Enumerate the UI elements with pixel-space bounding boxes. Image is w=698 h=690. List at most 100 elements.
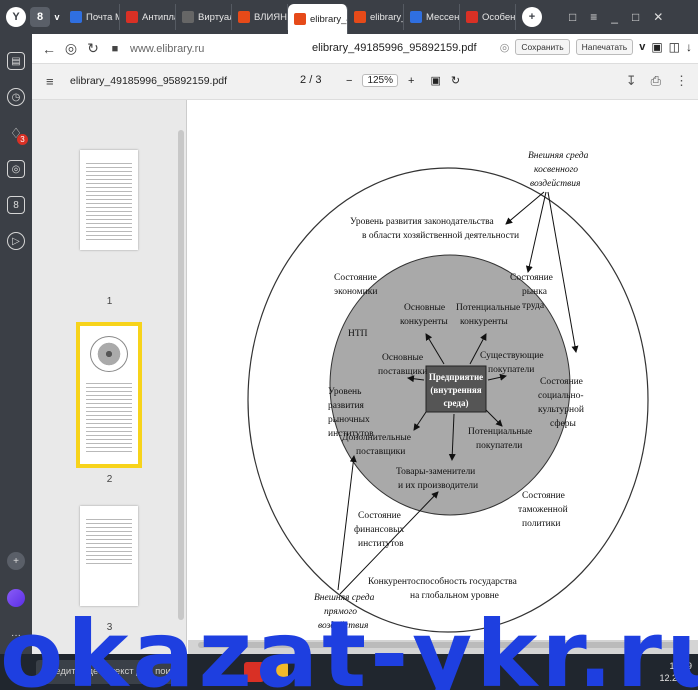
notification-badge: 3 xyxy=(17,134,28,145)
reload-icon[interactable]: ↻ xyxy=(82,40,104,57)
market-inst-label: развития xyxy=(328,401,365,411)
address-bar: ← ◎ ↻ ■ www.elibrary.ru elibrary_4918599… xyxy=(32,34,698,64)
sidebar-toggle-icon[interactable]: ≡ xyxy=(46,74,54,89)
browser-logo-icon[interactable]: Y xyxy=(6,7,26,27)
existing-buyers-label: Существующие xyxy=(480,351,544,361)
ntp-label: НТП xyxy=(348,329,368,339)
social-label: культурной xyxy=(538,404,584,415)
thumbnail-text xyxy=(86,380,132,454)
page-total: 3 xyxy=(315,74,322,86)
tab-favicon-icon xyxy=(182,11,194,23)
browser-tab[interactable]: Особеннос xyxy=(460,4,516,30)
protect-icon[interactable]: ◎ xyxy=(500,41,510,54)
games-icon[interactable]: 8 xyxy=(7,196,25,214)
existing-buyers-label: покупатели xyxy=(488,365,534,375)
economy-label: экономики xyxy=(334,287,377,297)
additional-suppliers-label: Дополнительные xyxy=(342,433,411,443)
zoom-controls: − 125% + ▣ ↻ xyxy=(336,74,460,87)
alice-icon[interactable] xyxy=(7,589,25,607)
thumbnail-text xyxy=(86,160,132,240)
menu-icon[interactable]: ≡ xyxy=(583,10,604,24)
social-label: социально- xyxy=(538,391,584,401)
main-suppliers-label: Основные xyxy=(382,353,423,363)
thumbnail-number: 2 xyxy=(106,474,113,485)
pdf-filename: elibrary_49185996_95892159.pdf xyxy=(70,75,228,87)
history-icon[interactable]: ◷ xyxy=(7,88,25,106)
thumbnail-page-2[interactable] xyxy=(76,322,142,468)
finance-label: Состояние xyxy=(358,511,401,521)
tab-favicon-icon xyxy=(466,11,478,23)
page-current-input[interactable]: 2 xyxy=(300,74,306,86)
labor-label: Состояние xyxy=(510,273,553,283)
zoom-in-icon[interactable]: + xyxy=(408,75,414,87)
minimize-icon[interactable]: _ xyxy=(604,10,625,24)
chevron-down-icon[interactable]: v xyxy=(50,7,64,27)
finance-label: финансовых xyxy=(354,524,404,535)
thumbnail-text xyxy=(86,516,132,566)
extensions-icon[interactable]: ◫ xyxy=(669,40,680,54)
tab-label: Мессендж xyxy=(426,11,460,23)
more-options-icon[interactable]: ⋮ xyxy=(675,73,688,89)
customs-label: Состояние xyxy=(522,491,565,501)
browser-tab[interactable]: Почта Mail. xyxy=(64,4,120,30)
print-icon[interactable]: ⎙ xyxy=(651,73,661,89)
new-tab-button[interactable]: + xyxy=(522,7,542,27)
environment-diagram: Внешняя среда косвенного воздействия Уро… xyxy=(247,150,649,633)
lock-icon: ■ xyxy=(111,42,119,55)
play-icon[interactable]: ▷ xyxy=(7,232,25,250)
thumbnail-scrollbar[interactable] xyxy=(178,130,184,620)
browser-tab[interactable]: ВЛИЯНИЕ xyxy=(232,4,288,30)
back-icon[interactable]: ← xyxy=(38,41,60,57)
thumbnail-page-3[interactable] xyxy=(80,506,138,606)
download-icon[interactable]: ↓ xyxy=(686,40,692,54)
zoom-out-icon[interactable]: − xyxy=(346,75,352,87)
restore-icon[interactable]: □ xyxy=(625,10,646,24)
enterprise-label: (внутренняя xyxy=(430,385,481,395)
tab-label: Почта Mail. xyxy=(86,11,119,23)
collections-icon[interactable]: ▤ xyxy=(7,52,25,70)
legal-label: в области хозяйственной деятельности xyxy=(362,230,519,241)
thumbnail-diagram xyxy=(90,336,128,372)
substitutes-label: и их производители xyxy=(398,481,478,491)
print-button[interactable]: Напечатать xyxy=(575,39,634,55)
tab-label: Особеннос xyxy=(482,11,516,23)
reader-mode-icon[interactable]: ▣ xyxy=(651,40,662,54)
download-pdf-icon[interactable]: ↧ xyxy=(626,73,637,89)
browser-tab[interactable]: Виртуальна xyxy=(176,4,232,30)
save-button[interactable]: Сохранить xyxy=(515,39,570,55)
pdf-viewer: Внешняя среда косвенного воздействия Уро… xyxy=(188,100,698,654)
labor-label: рынка xyxy=(522,287,548,297)
potential-competitors-label: Потенциальные xyxy=(456,303,520,313)
competitors-label: Основные xyxy=(404,303,445,313)
messenger-icon[interactable]: ◎ xyxy=(7,160,25,178)
rotate-icon[interactable]: ↻ xyxy=(451,74,460,87)
arrow xyxy=(525,191,547,273)
thumbnail-number: 1 xyxy=(106,296,113,307)
browser-tab[interactable]: elibrary_491 xyxy=(348,4,404,30)
tab-favicon-icon xyxy=(238,11,250,23)
yandex-protect-icon[interactable]: ◎ xyxy=(60,40,82,57)
tab-label: Виртуальна xyxy=(198,11,231,23)
thumbnail-page-1[interactable] xyxy=(80,150,138,250)
page-indicator: 2 / 3 xyxy=(300,74,321,86)
address-url[interactable]: www.elibrary.ru xyxy=(130,43,204,55)
browser-tab[interactable]: elibrary_4× xyxy=(288,4,348,34)
social-label: Состояние xyxy=(540,377,583,387)
market-inst-label: рыночных xyxy=(328,415,370,425)
browser-tab[interactable]: Мессендж xyxy=(404,4,460,30)
close-icon[interactable]: ✕ xyxy=(646,10,670,24)
add-panel-icon[interactable]: + xyxy=(7,552,25,570)
browser-tab[interactable]: Антиплаги xyxy=(120,4,176,30)
enterprise-label: Предприятие xyxy=(429,372,483,382)
fit-page-icon[interactable]: ▣ xyxy=(430,74,440,87)
thumbnail-panel: 1 2 3 xyxy=(32,100,187,654)
bookmark-icon[interactable]: □ xyxy=(562,10,583,24)
inner-env-label: Внешняя среда xyxy=(314,592,375,603)
outer-label: Внешняя среда xyxy=(528,150,589,161)
economy-label: Состояние xyxy=(334,273,377,283)
potential-competitors-label: конкуренты xyxy=(460,317,508,327)
legal-label: Уровень развития законодательства xyxy=(350,217,494,227)
tabs-menu-icon[interactable]: 8 xyxy=(30,7,50,27)
chevron-down-icon[interactable]: v xyxy=(639,41,645,53)
zoom-value[interactable]: 125% xyxy=(362,74,399,87)
